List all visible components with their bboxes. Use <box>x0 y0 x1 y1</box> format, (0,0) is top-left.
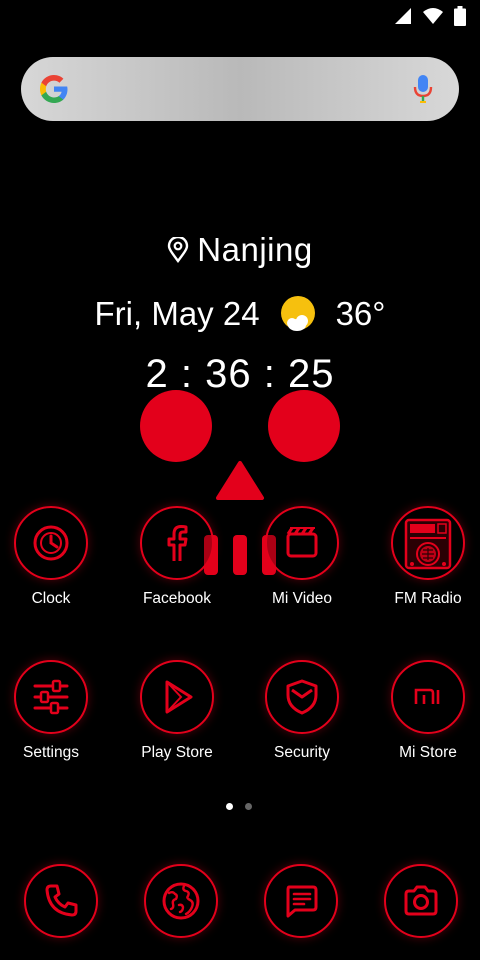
sunny-cloud-icon <box>280 296 315 331</box>
page-dot-active[interactable] <box>226 803 233 810</box>
mi-logo-icon <box>414 688 440 704</box>
app-icon-ring[interactable] <box>391 506 465 580</box>
app-play-store[interactable]: Play Store <box>122 660 232 762</box>
app-label: Security <box>274 744 330 761</box>
dock-icon-ring[interactable] <box>144 864 218 938</box>
google-g-icon <box>40 75 68 103</box>
wifi-icon <box>423 8 443 24</box>
weather-clock-widget[interactable]: Nanjing Fri, May 24 36° 2 : 36 : 25 <box>0 228 480 396</box>
app-icon-ring[interactable] <box>140 506 214 580</box>
app-icon-ring[interactable] <box>14 506 88 580</box>
app-icon-ring[interactable] <box>14 660 88 734</box>
date-text: Fri, May 24 <box>94 295 260 332</box>
google-search-bar[interactable] <box>21 57 459 121</box>
app-label: Mi Store <box>399 744 457 761</box>
app-label: Facebook <box>142 590 212 607</box>
app-label: Play Store <box>141 744 213 761</box>
city-name: Nanjing <box>197 231 313 268</box>
battery-icon <box>454 6 466 26</box>
clapperboard-icon <box>286 527 318 558</box>
app-label: FM Radio <box>394 590 462 607</box>
radio-icon <box>404 518 452 570</box>
location-row: Nanjing <box>0 228 480 272</box>
dock-messages[interactable] <box>264 864 338 938</box>
home-screen: Nanjing Fri, May 24 36° 2 : 36 : 25 Cloc… <box>0 0 480 960</box>
app-icon-ring[interactable] <box>391 660 465 734</box>
dock-phone[interactable] <box>24 864 98 938</box>
globe-icon <box>162 882 200 920</box>
page-indicator[interactable] <box>226 803 252 810</box>
app-mi-store[interactable]: Mi Store <box>373 660 480 762</box>
app-icon-ring[interactable] <box>140 660 214 734</box>
clock-icon <box>33 525 69 561</box>
camera-icon <box>404 885 438 916</box>
skull-wallpaper <box>140 390 340 575</box>
app-label: Clock <box>31 590 71 607</box>
app-security[interactable]: Security <box>247 660 357 762</box>
app-mi-video[interactable]: Mi Video <box>247 506 357 608</box>
app-fm-radio[interactable]: FM Radio <box>373 506 480 608</box>
facebook-icon <box>167 525 188 561</box>
shield-icon <box>286 679 318 715</box>
status-bar <box>394 6 466 26</box>
app-icon-ring[interactable] <box>265 506 339 580</box>
app-clock[interactable]: Clock <box>0 506 106 608</box>
app-icon-ring[interactable] <box>265 660 339 734</box>
sliders-icon <box>33 679 69 715</box>
location-pin-icon <box>168 237 189 263</box>
play-icon <box>165 680 193 714</box>
dock-icon-ring[interactable] <box>24 864 98 938</box>
app-label: Mi Video <box>271 590 333 607</box>
phone-icon <box>45 884 78 917</box>
app-label: Settings <box>22 744 79 761</box>
dock-icon-ring[interactable] <box>264 864 338 938</box>
page-dot[interactable] <box>245 803 252 810</box>
message-icon <box>286 885 318 918</box>
app-settings[interactable]: Settings <box>0 660 106 762</box>
dock-browser[interactable] <box>144 864 218 938</box>
time-text: 2 : 36 : 25 <box>145 352 335 396</box>
dock-icon-ring[interactable] <box>384 864 458 938</box>
app-facebook[interactable]: Facebook <box>122 506 232 608</box>
mic-icon[interactable] <box>413 74 433 104</box>
date-weather-row: Fri, May 24 36° <box>0 292 480 336</box>
temperature-text: 36° <box>335 295 386 332</box>
signal-icon <box>395 8 411 24</box>
dock-camera[interactable] <box>384 864 458 938</box>
